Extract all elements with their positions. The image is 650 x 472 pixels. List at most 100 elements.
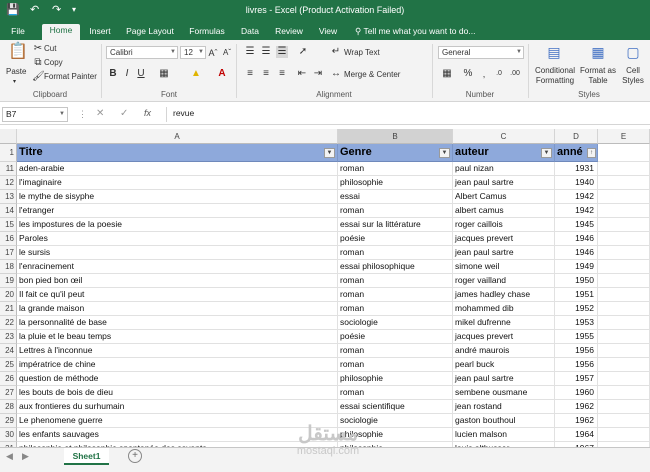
empty-cell[interactable] [598, 372, 650, 386]
header-auteur[interactable]: auteur ▼ [453, 144, 555, 162]
cell-titre[interactable]: aux frontieres du surhumain [17, 400, 338, 414]
tab-file[interactable]: File [6, 25, 30, 40]
underline-icon[interactable]: U [136, 68, 146, 80]
increase-decimal-icon[interactable]: .0 [492, 68, 506, 80]
cell-annee[interactable]: 1960 [555, 386, 598, 400]
wrap-text-icon[interactable]: ↵ [330, 46, 342, 58]
cell-auteur[interactable]: jean paul sartre [453, 372, 555, 386]
wrap-text-button[interactable]: Wrap Text [344, 48, 380, 57]
cell-auteur[interactable]: jacques prevert [453, 330, 555, 344]
comma-style-icon[interactable]: , [478, 68, 490, 80]
tab-view[interactable]: View [316, 25, 340, 40]
empty-cell[interactable] [598, 428, 650, 442]
cell-annee[interactable]: 1951 [555, 288, 598, 302]
empty-cell[interactable] [598, 330, 650, 344]
cell-auteur[interactable]: jean paul sartre [453, 176, 555, 190]
cell-auteur[interactable]: sembene ousmane [453, 386, 555, 400]
merge-center-icon[interactable]: ↔ [330, 68, 342, 80]
row-header[interactable]: 18 [0, 260, 17, 274]
cell-genre[interactable]: sociologie [338, 316, 453, 330]
column-header-e[interactable]: E [598, 129, 650, 144]
cell-genre[interactable]: philosophie [338, 176, 453, 190]
empty-cell[interactable] [598, 144, 650, 162]
cell-annee[interactable]: 1956 [555, 358, 598, 372]
format-as-table-icon[interactable]: ▦ [588, 43, 608, 61]
header-titre[interactable]: Titre ▼ [17, 144, 338, 162]
align-middle-icon[interactable]: ☰ [260, 46, 272, 58]
row-header[interactable]: 29 [0, 414, 17, 428]
cell-genre[interactable]: roman [338, 386, 453, 400]
paste-dropdown-icon[interactable]: ▾ [13, 78, 16, 85]
cell-annee[interactable]: 1957 [555, 372, 598, 386]
italic-icon[interactable]: I [122, 68, 132, 80]
filter-dropdown-icon[interactable]: ▼ [439, 148, 450, 158]
decrease-decimal-icon[interactable]: .00 [508, 68, 522, 80]
sort-filter-icon[interactable]: ↑ [587, 148, 596, 158]
filter-dropdown-icon[interactable]: ▼ [324, 148, 335, 158]
cell-genre[interactable]: roman [338, 302, 453, 316]
align-left-icon[interactable]: ≡ [244, 68, 256, 80]
cell-titre[interactable]: le sursis [17, 246, 338, 260]
cell-annee[interactable]: 1942 [555, 190, 598, 204]
empty-cell[interactable] [598, 414, 650, 428]
cell-annee[interactable]: 1962 [555, 414, 598, 428]
cell-annee[interactable]: 1956 [555, 344, 598, 358]
orientation-icon[interactable]: ➚ [296, 46, 310, 58]
empty-cell[interactable] [598, 386, 650, 400]
cell-genre[interactable]: poésie [338, 232, 453, 246]
sheet-tab-sheet1[interactable]: Sheet1 [64, 448, 109, 465]
cell-genre[interactable]: essai sur la littérature [338, 218, 453, 232]
empty-cell[interactable] [598, 302, 650, 316]
empty-cell[interactable] [598, 344, 650, 358]
empty-cell[interactable] [598, 288, 650, 302]
scroll-left-icon[interactable]: ◀ [6, 451, 13, 462]
cell-auteur[interactable]: andré maurois [453, 344, 555, 358]
cell-annee[interactable]: 1931 [555, 162, 598, 176]
row-header[interactable]: 22 [0, 316, 17, 330]
cell-titre[interactable]: les impostures de la poesie [17, 218, 338, 232]
cell-auteur[interactable]: simone weil [453, 260, 555, 274]
format-painter-button[interactable]: Format Painter [44, 72, 97, 81]
row-header[interactable]: 11 [0, 162, 17, 176]
cut-button[interactable]: Cut [44, 44, 56, 53]
cell-auteur[interactable]: gaston bouthoul [453, 414, 555, 428]
empty-cell[interactable] [598, 190, 650, 204]
row-header[interactable]: 13 [0, 190, 17, 204]
cell-titre[interactable]: Il fait ce qu'il peut [17, 288, 338, 302]
row-header[interactable]: 26 [0, 372, 17, 386]
cell-genre[interactable]: roman [338, 204, 453, 218]
row-header[interactable]: 23 [0, 330, 17, 344]
cell-genre[interactable]: essai [338, 190, 453, 204]
more-options-icon[interactable]: ⋮ [78, 109, 87, 120]
row-header[interactable]: 15 [0, 218, 17, 232]
cell-auteur[interactable]: jacques prevert [453, 232, 555, 246]
header-annee[interactable]: anné ↑ [555, 144, 598, 162]
empty-cell[interactable] [598, 260, 650, 274]
cell-annee[interactable]: 1962 [555, 400, 598, 414]
cell-auteur[interactable]: Albert Camus [453, 190, 555, 204]
tab-insert[interactable]: Insert [84, 25, 116, 40]
cell-auteur[interactable]: james hadley chase [453, 288, 555, 302]
row-header[interactable]: 27 [0, 386, 17, 400]
scroll-right-icon[interactable]: ▶ [22, 451, 29, 462]
cell-annee[interactable]: 1955 [555, 330, 598, 344]
align-center-icon[interactable]: ≡ [260, 68, 272, 80]
cell-styles-icon[interactable]: ▢ [624, 43, 642, 61]
empty-cell[interactable] [598, 176, 650, 190]
cell-genre[interactable]: roman [338, 288, 453, 302]
column-header-c[interactable]: C [453, 129, 555, 144]
merge-center-button[interactable]: Merge & Center [344, 70, 400, 79]
cell-annee[interactable]: 1942 [555, 204, 598, 218]
paste-button[interactable]: Paste [6, 67, 26, 76]
cell-titre[interactable]: les bouts de bois de dieu [17, 386, 338, 400]
align-right-icon[interactable]: ≡ [276, 68, 288, 80]
bold-icon[interactable]: B [108, 68, 118, 80]
empty-cell[interactable] [598, 400, 650, 414]
cell-titre[interactable]: l'etranger [17, 204, 338, 218]
row-header[interactable]: 1 [0, 144, 17, 162]
add-sheet-icon[interactable]: + [128, 449, 142, 463]
row-header[interactable]: 28 [0, 400, 17, 414]
cell-titre[interactable]: l'enracinement [17, 260, 338, 274]
increase-indent-icon[interactable]: ⇥ [312, 68, 324, 80]
font-size-combo[interactable]: 12 ▼ [180, 46, 206, 59]
